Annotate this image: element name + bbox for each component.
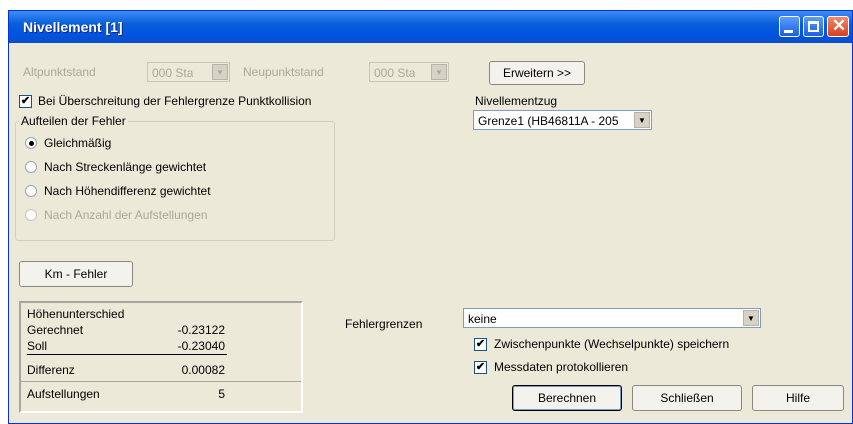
altpunktstand-value: 000 Sta	[152, 66, 194, 80]
window-title: Nivellement [1]	[23, 19, 123, 35]
radio-aufstellungen	[25, 209, 37, 221]
close-icon: ✕	[831, 16, 847, 35]
radio-gleichmaessig-label: Gleichmäßig	[44, 136, 112, 150]
chevron-down-icon: ▼	[634, 112, 650, 128]
info-separator	[21, 381, 301, 382]
neupunktstand-value: 000 Sta	[374, 66, 416, 80]
collision-checkbox[interactable]: ✔	[19, 95, 32, 108]
berechnen-button[interactable]: Berechnen	[512, 385, 622, 411]
schliessen-button[interactable]: Schließen	[632, 385, 742, 411]
erweitern-button[interactable]: Erweitern >>	[489, 61, 585, 85]
radio-gleichmaessig[interactable]	[25, 137, 37, 149]
fehlergrenzen-value: keine	[468, 312, 497, 326]
altpunktstand-label: Altpunktstand	[23, 65, 96, 79]
chevron-down-icon: ▼	[743, 310, 759, 326]
minimize-icon	[784, 30, 793, 33]
collision-label: Bei Überschreitung der Fehlergrenze Punk…	[38, 94, 312, 108]
messdaten-checkbox[interactable]: ✔	[474, 361, 487, 374]
fehlergrenzen-label: Fehlergrenzen	[345, 317, 423, 331]
fehlergrenzen-select[interactable]: keine ▼	[463, 308, 761, 328]
nivellementzug-select[interactable]: Grenze1 (HB46811A - 205 ▼	[473, 110, 652, 130]
maximize-button[interactable]	[803, 16, 824, 37]
nivellementzug-value: Grenze1 (HB46811A - 205	[478, 114, 619, 128]
nivellementzug-label: Nivellementzug	[475, 94, 558, 108]
fehler-group-legend: Aufteilen der Fehler	[19, 114, 128, 128]
neupunktstand-select: 000 Sta ▼	[369, 62, 449, 82]
soll-label: Soll	[27, 339, 48, 353]
hoehenunterschied-panel: Höhenunterschied Gerechnet -0.23122 Soll…	[19, 301, 303, 413]
chevron-down-icon: ▼	[431, 64, 447, 80]
neupunktstand-label: Neupunktstand	[243, 65, 324, 79]
zwischenpunkte-checkbox[interactable]: ✔	[474, 338, 487, 351]
messdaten-label: Messdaten protokollieren	[494, 360, 629, 374]
gerechnet-label: Gerechnet	[27, 323, 84, 337]
radio-streckenlaenge[interactable]	[25, 161, 37, 173]
title-bar[interactable]: Nivellement [1] ✕	[9, 11, 852, 43]
radio-hoehendifferenz[interactable]	[25, 185, 37, 197]
km-fehler-button[interactable]: Km - Fehler	[19, 261, 133, 287]
differenz-label: Differenz	[27, 363, 75, 377]
chevron-down-icon: ▼	[212, 64, 228, 80]
dialog-window: Nivellement [1] ✕ Altpunktstand 000 Sta …	[8, 10, 853, 424]
gerechnet-value: -0.23122	[177, 323, 225, 337]
zwischenpunkte-label: Zwischenpunkte (Wechselpunkte) speichern	[494, 337, 730, 351]
info-heading: Höhenunterschied	[27, 307, 125, 321]
minimize-button[interactable]	[779, 16, 800, 37]
altpunktstand-select: 000 Sta ▼	[147, 62, 230, 82]
radio-streckenlaenge-label: Nach Streckenlänge gewichtet	[44, 160, 207, 174]
aufstellungen-value: 5	[218, 387, 225, 401]
radio-aufstellungen-label: Nach Anzahl der Aufstellungen	[44, 208, 208, 222]
soll-value: -0.23040	[177, 339, 225, 353]
aufstellungen-label: Aufstellungen	[27, 387, 100, 401]
maximize-icon	[808, 21, 819, 32]
sum-divider	[27, 354, 227, 355]
hilfe-button[interactable]: Hilfe	[752, 385, 844, 411]
radio-hoehendifferenz-label: Nach Höhendifferenz gewichtet	[44, 184, 211, 198]
differenz-value: 0.00082	[181, 363, 225, 377]
close-button[interactable]: ✕	[827, 16, 849, 37]
